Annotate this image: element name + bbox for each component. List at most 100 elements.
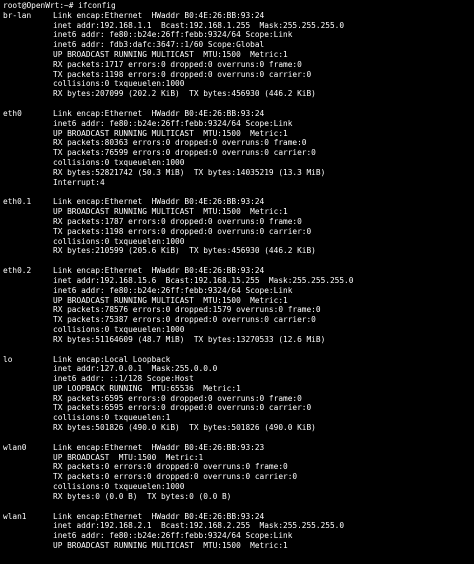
- interface-line: br-lan Link encap:Ethernet HWaddr B0:4E:2…: [3, 11, 474, 21]
- interface-detail-text: inet addr:192.168.1.1 Bcast:192.168.1.25…: [53, 20, 345, 30]
- interface-line: collisions:0 txqueuelen:1000: [3, 79, 474, 89]
- interface-line: collisions:0 txqueuelen:1000: [3, 325, 474, 335]
- interface-detail-text: RX packets:0 errors:0 dropped:0 overruns…: [53, 462, 288, 472]
- interface-block-eth0.2: eth0.2 Link encap:Ethernet HWaddr B0:4E:2…: [3, 266, 474, 344]
- interface-detail-text: Link encap:Ethernet HWaddr B0:4E:26:BB:9…: [53, 511, 265, 521]
- interface-line: RX packets:80363 errors:0 dropped:0 over…: [3, 138, 474, 148]
- interface-name-spacer: [3, 21, 53, 31]
- prompt-command: ifconfig: [78, 1, 116, 10]
- interface-detail-text: inet addr:192.168.15.6 Bcast:192.168.15.…: [53, 275, 354, 285]
- prompt-user-host: root@OpenWrt:~#: [3, 1, 74, 10]
- interface-name-spacer: [3, 286, 53, 296]
- interface-line: TX packets:1198 errors:0 dropped:0 overr…: [3, 227, 474, 237]
- interface-line: inet addr:127.0.0.1 Mask:255.0.0.0: [3, 364, 474, 374]
- interface-name-spacer: [3, 325, 53, 335]
- interface-detail-text: inet6 addr: fe80::b24e:26ff:febb:9324/64…: [53, 118, 293, 128]
- interface-name-spacer: [3, 462, 53, 472]
- interface-detail-text: RX bytes:210599 (205.6 KiB) TX bytes:456…: [53, 246, 316, 256]
- interface-name-spacer: [3, 217, 53, 227]
- interface-detail-text: collisions:0 txqueuelen:1000: [53, 236, 185, 246]
- interface-line: inet6 addr: fdb3:dafc:3647::1/60 Scope:G…: [3, 40, 474, 50]
- interface-name: wlan0: [3, 442, 27, 452]
- interface-name-spacer: [3, 60, 53, 70]
- interface-line: TX packets:75387 errors:0 dropped:0 over…: [3, 315, 474, 325]
- interface-detail-text: inet6 addr: fdb3:dafc:3647::1/60 Scope:G…: [53, 40, 265, 50]
- ifconfig-output: br-lan Link encap:Ethernet HWaddr B0:4E:2…: [3, 11, 474, 551]
- terminal-window[interactable]: root@OpenWrt:~# ifconfig br-lan Link enca…: [0, 0, 474, 564]
- interface-name-spacer: [3, 70, 53, 80]
- interface-line: wlan1 Link encap:Ethernet HWaddr B0:4E:26…: [3, 512, 474, 522]
- interface-name-spacer: [3, 296, 53, 306]
- interface-line: lo Link encap:Local Loopback: [3, 355, 474, 365]
- interface-line: RX packets:0 errors:0 dropped:0 overruns…: [3, 462, 474, 472]
- interface-line: eth0.2 Link encap:Ethernet HWaddr B0:4E:2…: [3, 266, 474, 276]
- interface-detail-text: Link encap:Ethernet HWaddr B0:4E:26:BB:9…: [53, 266, 265, 276]
- interface-line: eth0.1 Link encap:Ethernet HWaddr B0:4E:2…: [3, 197, 474, 207]
- interface-line: UP LOOPBACK RUNNING MTU:65536 Metric:1: [3, 384, 474, 394]
- interface-block-eth0.1: eth0.1 Link encap:Ethernet HWaddr B0:4E:2…: [3, 197, 474, 256]
- interface-name-spacer: [3, 384, 53, 394]
- interface-line: RX packets:1787 errors:0 dropped:0 overr…: [3, 217, 474, 227]
- interface-detail-text: inet6 addr: fe80::b24e:26ff:febb:9324/64…: [53, 285, 293, 295]
- interface-line: TX packets:1198 errors:0 dropped:0 overr…: [3, 70, 474, 80]
- interface-line: eth0 Link encap:Ethernet HWaddr B0:4E:26:…: [3, 109, 474, 119]
- interface-detail-text: UP BROADCAST RUNNING MULTICAST MTU:1500 …: [53, 295, 288, 305]
- interface-name-spacer: [3, 30, 53, 40]
- interface-detail-text: collisions:0 txqueuelen:1000: [53, 157, 185, 167]
- interface-line: collisions:0 txqueuelen:1000: [3, 482, 474, 492]
- interface-detail-text: RX packets:80363 errors:0 dropped:0 over…: [53, 138, 307, 148]
- interface-line: inet6 addr: fe80::b24e:26ff:febb:9324/64…: [3, 119, 474, 129]
- interface-name-spacer: [3, 168, 53, 178]
- interface-name: br-lan: [3, 10, 32, 20]
- interface-detail-text: TX packets:6595 errors:0 dropped:0 overr…: [53, 403, 312, 413]
- interface-detail-text: UP BROADCAST RUNNING MULTICAST MTU:1500 …: [53, 207, 288, 217]
- interface-line: TX packets:0 errors:0 dropped:0 overruns…: [3, 472, 474, 482]
- interface-name-spacer: [3, 129, 53, 139]
- interface-detail-text: inet6 addr: fe80::b24e:26ff:febb:9324/64…: [53, 531, 293, 541]
- interface-line: RX packets:78576 errors:0 dropped:1579 o…: [3, 305, 474, 315]
- interface-detail-text: UP BROADCAST RUNNING MULTICAST MTU:1500 …: [53, 49, 288, 59]
- interface-detail-text: RX bytes:52821742 (50.3 MiB) TX bytes:14…: [53, 167, 326, 177]
- interface-detail-text: TX packets:75387 errors:0 dropped:0 over…: [53, 315, 316, 325]
- interface-line: TX packets:76599 errors:0 dropped:0 over…: [3, 148, 474, 158]
- interface-detail-text: TX packets:1198 errors:0 dropped:0 overr…: [53, 69, 312, 79]
- command-prompt-line: root@OpenWrt:~# ifconfig: [3, 1, 474, 11]
- interface-name-spacer: [3, 50, 53, 60]
- interface-name-spacer: [3, 207, 53, 217]
- interface-line: RX bytes:207099 (202.2 KiB) TX bytes:456…: [3, 89, 474, 99]
- interface-detail-text: RX bytes:207099 (202.2 KiB) TX bytes:456…: [53, 89, 316, 99]
- interface-name-spacer: [3, 315, 53, 325]
- interface-name-spacer: [3, 335, 53, 345]
- interface-detail-text: TX packets:1198 errors:0 dropped:0 overr…: [53, 226, 312, 236]
- interface-name-spacer: [3, 472, 53, 482]
- interface-line: RX bytes:51164609 (48.7 MiB) TX bytes:13…: [3, 335, 474, 345]
- interface-detail-text: RX packets:1717 errors:0 dropped:0 overr…: [53, 59, 302, 69]
- interface-detail-text: collisions:0 txqueuelen:1000: [53, 482, 185, 492]
- interface-line: RX bytes:0 (0.0 B) TX bytes:0 (0.0 B): [3, 492, 474, 502]
- interface-name-spacer: [3, 541, 53, 551]
- interface-name-spacer: [3, 178, 53, 188]
- interface-name-spacer: [3, 138, 53, 148]
- interface-line: inet6 addr: ::1/128 Scope:Host: [3, 374, 474, 384]
- interface-detail-text: collisions:0 txqueuelen:1000: [53, 324, 185, 334]
- interface-detail-text: Link encap:Ethernet HWaddr B0:4E:26:BB:9…: [53, 10, 265, 20]
- interface-line: inet6 addr: fe80::b24e:26ff:febb:9324/64…: [3, 286, 474, 296]
- interface-name-spacer: [3, 227, 53, 237]
- interface-line: collisions:0 txqueuelen:1000: [3, 158, 474, 168]
- interface-detail-text: inet6 addr: fe80::b24e:26ff:febb:9324/64…: [53, 30, 293, 40]
- interface-name-spacer: [3, 79, 53, 89]
- interface-name-spacer: [3, 158, 53, 168]
- interface-name-spacer: [3, 364, 53, 374]
- interface-detail-text: inet addr:192.168.2.1 Bcast:192.168.2.25…: [53, 521, 345, 531]
- interface-name-spacer: [3, 276, 53, 286]
- interface-detail-text: UP BROADCAST MTU:1500 Metric:1: [53, 452, 204, 462]
- interface-name-spacer: [3, 492, 53, 502]
- interface-line: TX packets:6595 errors:0 dropped:0 overr…: [3, 403, 474, 413]
- interface-detail-text: Link encap:Ethernet HWaddr B0:4E:26:BB:9…: [53, 108, 265, 118]
- interface-line: UP BROADCAST RUNNING MULTICAST MTU:1500 …: [3, 129, 474, 139]
- interface-line: Interrupt:4: [3, 178, 474, 188]
- interface-name-spacer: [3, 89, 53, 99]
- interface-line: UP BROADCAST RUNNING MULTICAST MTU:1500 …: [3, 207, 474, 217]
- interface-name-spacer: [3, 482, 53, 492]
- interface-detail-text: RX packets:6595 errors:0 dropped:0 overr…: [53, 393, 302, 403]
